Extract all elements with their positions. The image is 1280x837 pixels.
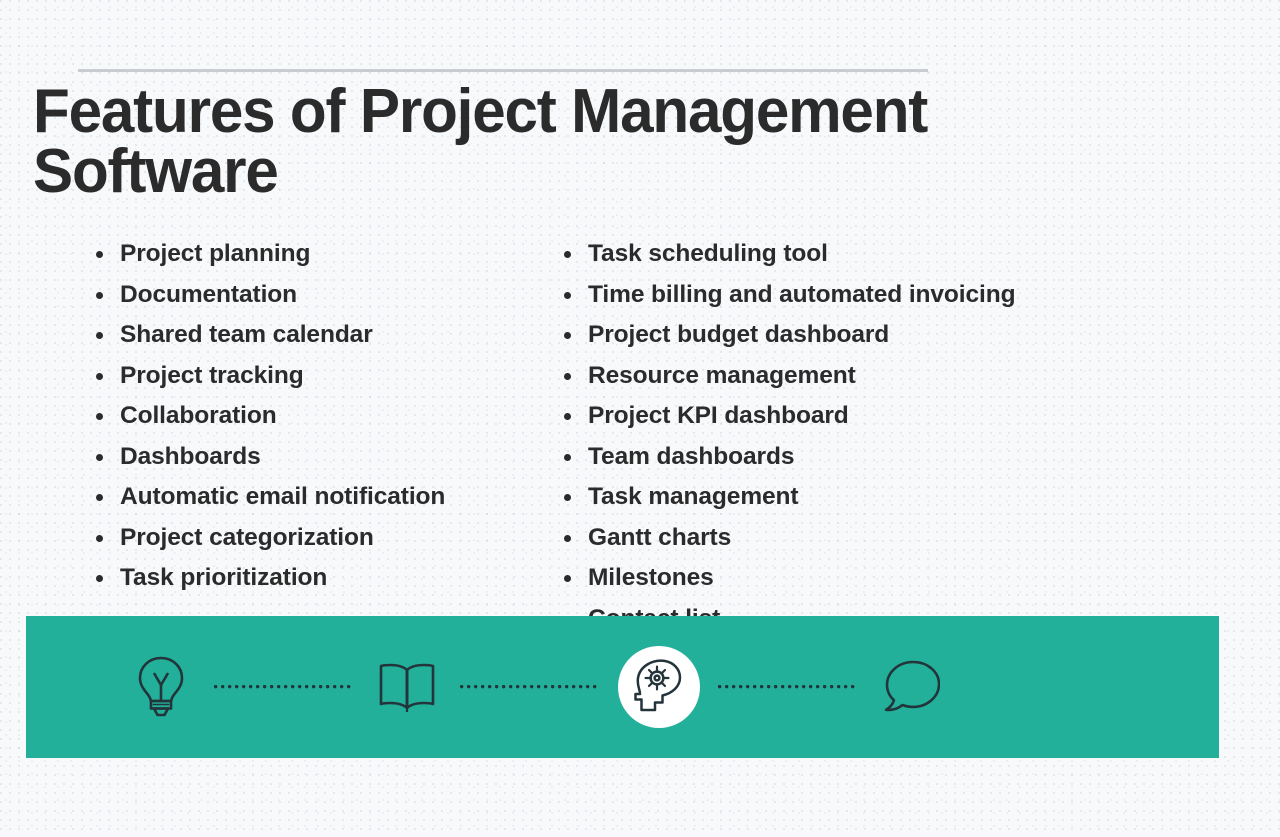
list-item: Project budget dashboard: [558, 317, 1178, 353]
head-with-gear-icon: [618, 646, 700, 728]
list-item: Milestones: [558, 560, 1178, 596]
list-item: Gantt charts: [558, 520, 1178, 556]
list-item: Automatic email notification: [90, 479, 520, 515]
list-item: Project KPI dashboard: [558, 398, 1178, 434]
title-divider-rule: [78, 69, 928, 72]
dotted-connector-2: [460, 685, 600, 689]
feature-list-right: Task scheduling tool Time billing and au…: [558, 236, 1178, 641]
list-item: Project planning: [90, 236, 520, 272]
footer-icon-strip: [26, 616, 1219, 758]
list-item: Project tracking: [90, 358, 520, 394]
list-item: Dashboards: [90, 439, 520, 475]
list-item: Documentation: [90, 277, 520, 313]
list-item: Task scheduling tool: [558, 236, 1178, 272]
list-item: Resource management: [558, 358, 1178, 394]
features-columns: Project planning Documentation Shared te…: [0, 236, 1280, 641]
footer-band: [26, 616, 1219, 758]
page-title: Features of Project Management Software: [33, 77, 943, 206]
list-item: Collaboration: [90, 398, 520, 434]
list-item: Project categorization: [90, 520, 520, 556]
list-item: Task management: [558, 479, 1178, 515]
list-item: Shared team calendar: [90, 317, 520, 353]
slide-canvas: Features of Project Management Software …: [0, 0, 1280, 837]
dotted-connector-3: [718, 685, 858, 689]
list-item: Team dashboards: [558, 439, 1178, 475]
open-book-icon: [372, 652, 442, 722]
dotted-connector-1: [214, 685, 354, 689]
list-item: Time billing and automated invoicing: [558, 277, 1178, 313]
list-item: Task prioritization: [90, 560, 520, 596]
speech-bubble-icon: [876, 652, 946, 722]
lightbulb-icon: [126, 652, 196, 722]
feature-list-left: Project planning Documentation Shared te…: [90, 236, 520, 641]
